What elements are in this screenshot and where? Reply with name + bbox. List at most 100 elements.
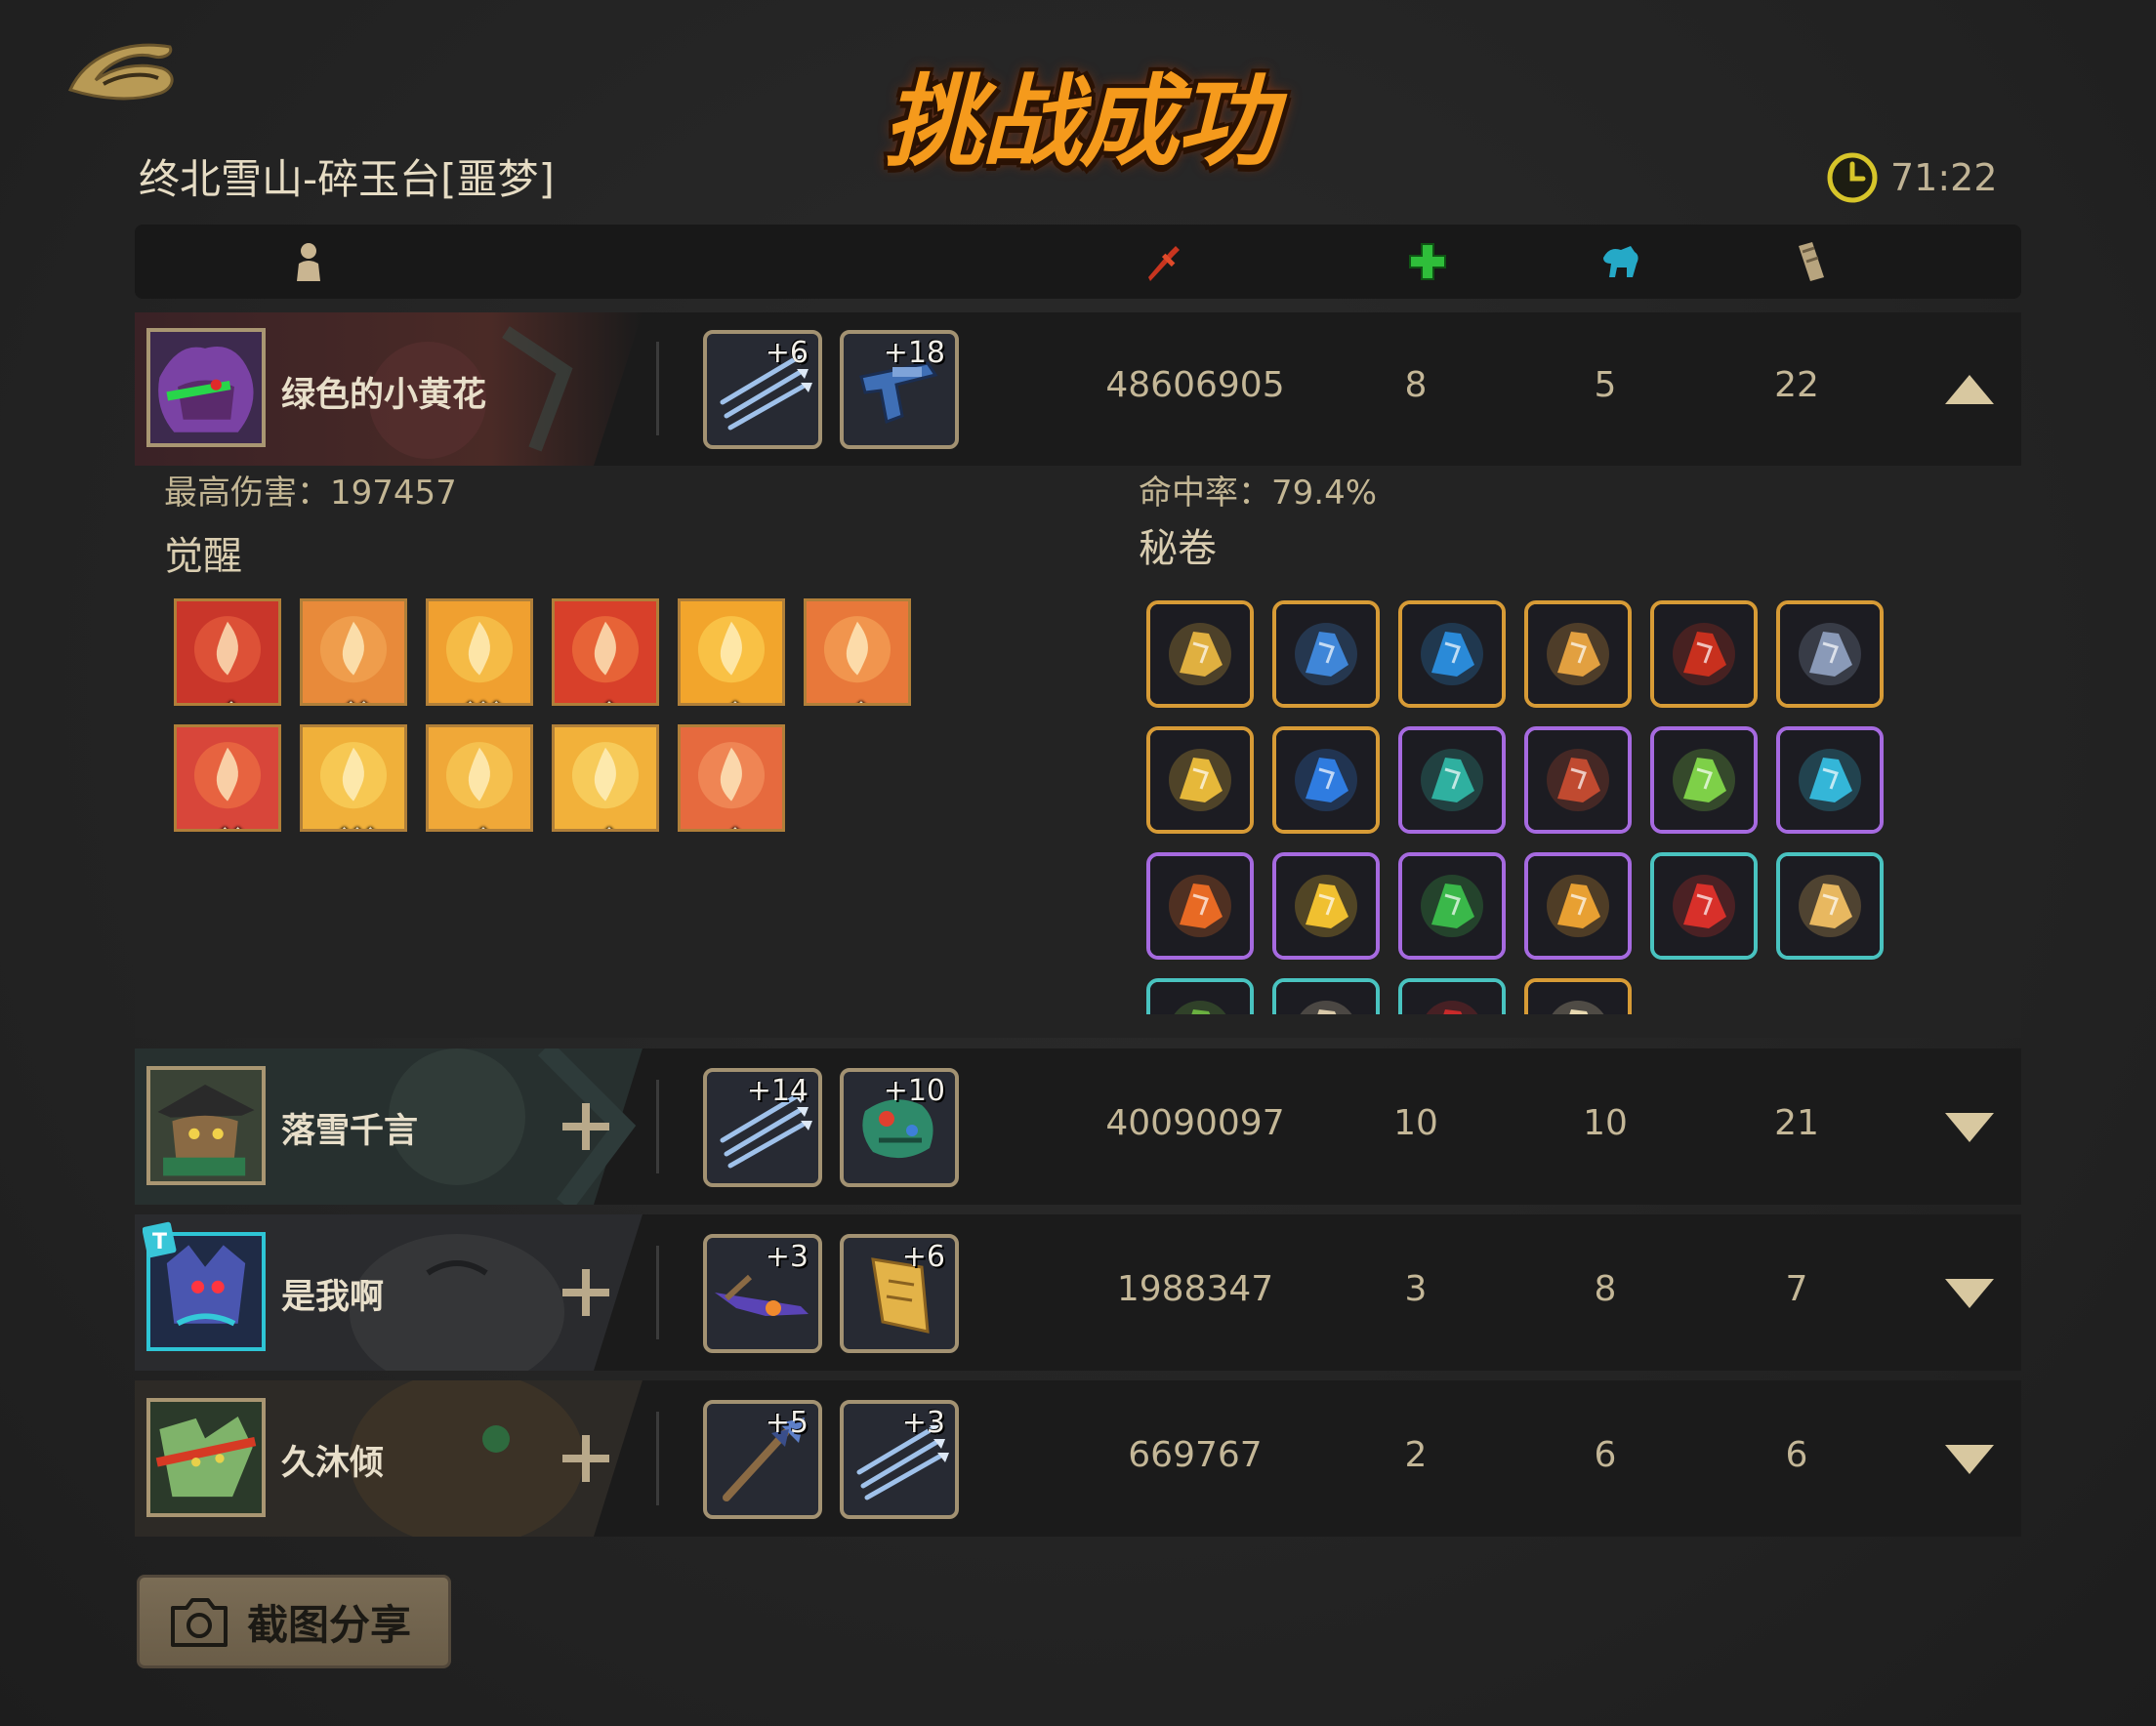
weapon-slot[interactable]: +5 bbox=[703, 1400, 822, 1519]
title-text: 挑战成功 bbox=[884, 63, 1276, 181]
gold-crest-icon bbox=[1150, 604, 1250, 704]
secret-scroll-slot[interactable] bbox=[1398, 600, 1506, 708]
secret-scroll-slot[interactable] bbox=[1398, 726, 1506, 834]
awakening-slot[interactable]: ◆◆ bbox=[300, 598, 407, 706]
secret-scroll-slot[interactable] bbox=[1776, 600, 1884, 708]
revive-value: 10 bbox=[1583, 1103, 1628, 1143]
divider bbox=[656, 1412, 659, 1505]
weapon-slot[interactable]: +3 bbox=[840, 1400, 959, 1519]
weapon-slot[interactable]: +3 bbox=[703, 1234, 822, 1353]
expand-arrow-icon[interactable] bbox=[1943, 1441, 1996, 1476]
secret-scroll-slot[interactable] bbox=[1650, 600, 1758, 708]
player-row[interactable]: 绿色的小黄花 +6 +18 48606905 8 5 22 bbox=[135, 312, 2021, 466]
red-fist-icon bbox=[1654, 856, 1754, 956]
secret-scroll-slot[interactable] bbox=[1272, 978, 1380, 1014]
divider bbox=[656, 1080, 659, 1173]
weapon-slot[interactable]: +14 bbox=[703, 1068, 822, 1187]
awakening-slot[interactable]: ◆◆◆ bbox=[426, 598, 533, 706]
spark-orb-icon bbox=[1276, 856, 1376, 956]
player-avatar[interactable] bbox=[146, 1066, 266, 1185]
secret-scroll-title: 秘卷 bbox=[1139, 526, 1217, 571]
max-damage: 最高伤害：197457 bbox=[164, 466, 457, 514]
secret-scroll-slot[interactable] bbox=[1524, 600, 1632, 708]
weapon-level: +18 bbox=[883, 336, 945, 370]
awakening-slot[interactable]: ◆◆ bbox=[174, 724, 281, 832]
revive-icon bbox=[1603, 246, 1638, 277]
awakening-slot[interactable]: ◆ bbox=[678, 724, 785, 832]
awakening-stars: ◆◆ bbox=[303, 695, 404, 703]
secret-scroll-slot[interactable] bbox=[1272, 852, 1380, 960]
blue-armor-icon bbox=[1276, 730, 1376, 830]
stats-header bbox=[135, 225, 2021, 299]
clock-icon bbox=[1827, 152, 1878, 203]
revive-value: 5 bbox=[1594, 365, 1617, 405]
player-avatar[interactable] bbox=[146, 328, 266, 447]
stone-head-icon bbox=[1780, 604, 1880, 704]
player-row[interactable]: 落雪千言 +14 +10 40090097 10 10 21 bbox=[135, 1048, 2021, 1205]
heal-icon bbox=[1409, 243, 1446, 280]
heal-value: 8 bbox=[1404, 365, 1428, 405]
flame-orb-icon bbox=[429, 601, 530, 703]
weapon-level: +14 bbox=[746, 1074, 808, 1108]
awakening-slot[interactable]: ◆ bbox=[552, 598, 659, 706]
secret-scroll-slot[interactable] bbox=[1146, 978, 1254, 1014]
revive-value: 8 bbox=[1594, 1269, 1617, 1309]
weapon-slot[interactable]: +6 bbox=[840, 1234, 959, 1353]
add-friend-icon[interactable] bbox=[560, 1433, 611, 1484]
secret-scroll-slot[interactable] bbox=[1398, 852, 1506, 960]
awakening-stars: ◆◆◆ bbox=[429, 695, 530, 703]
weapon-slot[interactable]: +10 bbox=[840, 1068, 959, 1187]
weapon-slot[interactable]: +6 bbox=[703, 330, 822, 449]
claw-icon bbox=[1276, 982, 1376, 1014]
red-flame-icon bbox=[1402, 982, 1502, 1014]
timer: 71:22 bbox=[1826, 148, 1998, 207]
add-friend-icon[interactable] bbox=[560, 1267, 611, 1318]
secret-scroll-slot[interactable] bbox=[1524, 726, 1632, 834]
fire-crest-icon bbox=[681, 601, 782, 703]
secret-scroll-slot[interactable] bbox=[1524, 852, 1632, 960]
secret-scroll-slot[interactable] bbox=[1650, 726, 1758, 834]
secret-scroll-grid bbox=[1146, 600, 1888, 1014]
explosion-icon bbox=[1528, 856, 1628, 956]
secret-scroll-slot[interactable] bbox=[1776, 726, 1884, 834]
secret-scroll-slot[interactable] bbox=[1650, 852, 1758, 960]
secret-scroll-slot[interactable] bbox=[1272, 726, 1380, 834]
player-row[interactable]: T 是我啊 +3 +6 1988347 3 8 7 bbox=[135, 1214, 2021, 1371]
weapon-level: +5 bbox=[765, 1406, 808, 1440]
awakening-slot[interactable]: ◆ bbox=[804, 598, 911, 706]
damage-value: 40090097 bbox=[1105, 1103, 1285, 1143]
secret-scroll-slot[interactable] bbox=[1146, 726, 1254, 834]
scroll-icon bbox=[1799, 242, 1824, 281]
awakening-slot[interactable]: ◆ bbox=[552, 724, 659, 832]
heal-value: 3 bbox=[1404, 1269, 1428, 1309]
secret-scroll-slot[interactable] bbox=[1524, 978, 1632, 1014]
screenshot-share-button[interactable]: 截图分享 bbox=[137, 1575, 451, 1668]
awakening-stars: ◆ bbox=[429, 821, 530, 829]
player-name: 是我啊 bbox=[281, 1278, 385, 1317]
weapon-slot[interactable]: +18 bbox=[840, 330, 959, 449]
awakening-slot[interactable]: ◆ bbox=[174, 598, 281, 706]
heal-value: 2 bbox=[1404, 1435, 1428, 1475]
secret-scroll-slot[interactable] bbox=[1272, 600, 1380, 708]
expand-arrow-icon[interactable] bbox=[1943, 1109, 1996, 1144]
awakening-slot[interactable]: ◆◆◆ bbox=[300, 724, 407, 832]
cyan-boot-icon bbox=[1780, 730, 1880, 830]
add-friend-icon[interactable] bbox=[560, 1101, 611, 1152]
fire-face-icon bbox=[177, 727, 278, 829]
weapon-level: +6 bbox=[765, 336, 808, 370]
max-damage-value: 197457 bbox=[330, 473, 457, 513]
secret-scroll-slot[interactable] bbox=[1398, 978, 1506, 1014]
secret-scroll-slot[interactable] bbox=[1146, 852, 1254, 960]
fire-cat-icon bbox=[681, 727, 782, 829]
secret-scroll-slot[interactable] bbox=[1776, 852, 1884, 960]
collapse-arrow-icon[interactable] bbox=[1943, 373, 1996, 408]
secret-scroll-slot[interactable] bbox=[1146, 600, 1254, 708]
player-name: 久沐倾 bbox=[281, 1444, 385, 1483]
green-ghost-icon bbox=[1402, 856, 1502, 956]
back-logo-icon[interactable] bbox=[64, 29, 182, 107]
awakening-slot[interactable]: ◆ bbox=[426, 724, 533, 832]
expand-arrow-icon[interactable] bbox=[1943, 1275, 1996, 1310]
player-row[interactable]: 久沐倾 +5 +3 669767 2 6 6 bbox=[135, 1380, 2021, 1537]
awakening-slot[interactable]: ◆ bbox=[678, 598, 785, 706]
player-avatar[interactable] bbox=[146, 1398, 266, 1517]
